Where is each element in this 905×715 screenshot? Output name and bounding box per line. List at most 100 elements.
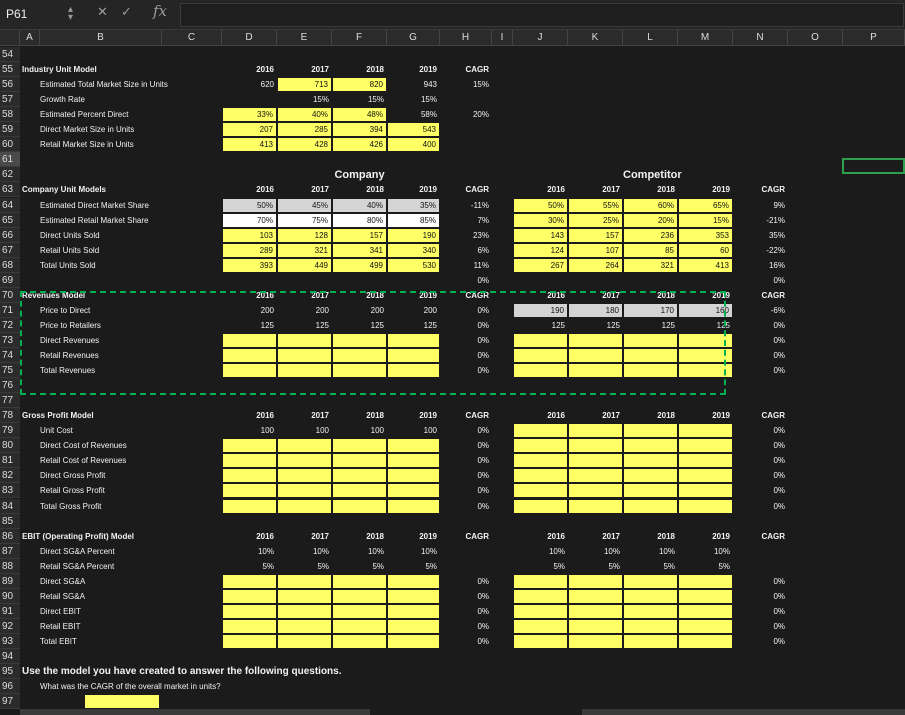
ebit-input[interactable] [332,633,387,649]
ebit-input[interactable] [387,618,440,634]
retail-market-size[interactable]: 426 [332,137,387,153]
competitor-cell[interactable]: 413 [678,257,733,273]
answer-input-cagr[interactable] [84,694,160,710]
competitor-cell[interactable]: 236 [623,227,678,243]
comp-ebit-input[interactable] [568,573,623,589]
ebit-input[interactable] [332,573,387,589]
comp-gross-input[interactable] [513,453,568,469]
row-header-89[interactable]: 89 [0,573,20,589]
comp-revenue-input[interactable] [513,348,568,364]
comp-revenue-input[interactable] [678,332,733,348]
column-header-k[interactable]: K [568,30,623,46]
comp-gross-input[interactable] [568,468,623,484]
competitor-cell[interactable]: 107 [568,242,623,258]
name-box[interactable]: P61 [2,3,52,25]
row-header-75[interactable]: 75 [0,363,20,379]
row-header-61[interactable]: 61 [0,152,20,168]
gross-input[interactable] [387,453,440,469]
ebit-input[interactable] [222,573,277,589]
comp-revenue-input[interactable] [513,363,568,379]
company-cell[interactable]: 393 [222,257,277,273]
gross-input[interactable] [387,468,440,484]
competitor-cell[interactable]: 60 [678,242,733,258]
ebit-input[interactable] [332,618,387,634]
gross-input[interactable] [222,483,277,499]
row-header-91[interactable]: 91 [0,603,20,619]
ebit-input[interactable] [222,633,277,649]
retail-market-size[interactable]: 428 [277,137,332,153]
pct-direct-input[interactable]: 48% [332,107,387,123]
row-header-68[interactable]: 68 [0,257,20,273]
column-header-f[interactable]: F [332,30,387,46]
comp-ebit-input[interactable] [568,618,623,634]
comp-gross-input[interactable] [568,498,623,514]
ebit-input[interactable] [387,603,440,619]
comp-gross-input[interactable] [568,453,623,469]
gross-input[interactable] [222,498,277,514]
formula-input[interactable] [180,3,904,27]
gross-input[interactable] [277,453,332,469]
comp-price-direct[interactable]: 190 [513,302,568,318]
comp-unit-cost[interactable] [623,423,678,439]
comp-price-direct[interactable]: 180 [568,302,623,318]
gross-input[interactable] [387,483,440,499]
company-cell[interactable]: 499 [332,257,387,273]
comp-gross-input[interactable] [513,468,568,484]
revenue-input[interactable] [332,363,387,379]
company-cell[interactable]: 80% [332,212,387,228]
revenue-input[interactable] [387,363,440,379]
ebit-input[interactable] [222,603,277,619]
company-cell[interactable]: 340 [387,242,440,258]
comp-gross-input[interactable] [513,483,568,499]
company-cell[interactable]: 128 [277,227,332,243]
row-header-80[interactable]: 80 [0,438,20,454]
gross-input[interactable] [387,438,440,454]
comp-gross-input[interactable] [623,498,678,514]
row-header-71[interactable]: 71 [0,302,20,318]
company-cell[interactable]: 50% [222,197,277,213]
comp-ebit-input[interactable] [623,603,678,619]
gross-input[interactable] [387,498,440,514]
row-header-72[interactable]: 72 [0,317,20,333]
row-header-94[interactable]: 94 [0,649,20,665]
revenue-input[interactable] [222,332,277,348]
comp-gross-input[interactable] [678,498,733,514]
ebit-input[interactable] [277,618,332,634]
market-total-E[interactable]: 713 [277,77,332,93]
gross-input[interactable] [222,468,277,484]
competitor-cell[interactable]: 25% [568,212,623,228]
row-header-69[interactable]: 69 [0,272,20,288]
name-box-dropdown-icon[interactable]: ▾ [68,12,73,23]
comp-revenue-input[interactable] [623,348,678,364]
comp-unit-cost[interactable] [678,423,733,439]
row-header-57[interactable]: 57 [0,92,20,108]
comp-gross-input[interactable] [678,468,733,484]
pct-direct-input[interactable]: 40% [277,107,332,123]
row-header-79[interactable]: 79 [0,423,20,439]
column-header-b[interactable]: B [40,30,162,46]
retail-market-size[interactable]: 400 [387,137,440,153]
gross-input[interactable] [332,438,387,454]
gross-input[interactable] [277,438,332,454]
company-cell[interactable]: 35% [387,197,440,213]
revenue-input[interactable] [222,363,277,379]
comp-price-direct[interactable]: 160 [678,302,733,318]
function-icon[interactable]: fx [153,2,167,20]
column-header-j[interactable]: J [513,30,568,46]
active-cell-p61[interactable] [842,158,905,174]
comp-ebit-input[interactable] [513,573,568,589]
gross-input[interactable] [222,453,277,469]
column-header-m[interactable]: M [678,30,733,46]
company-cell[interactable]: 75% [277,212,332,228]
company-cell[interactable]: 157 [332,227,387,243]
company-cell[interactable]: 289 [222,242,277,258]
competitor-cell[interactable]: 267 [513,257,568,273]
row-header-96[interactable]: 96 [0,679,20,695]
company-cell[interactable]: 321 [277,242,332,258]
competitor-cell[interactable]: 20% [623,212,678,228]
column-header-n[interactable]: N [733,30,788,46]
competitor-cell[interactable]: 60% [623,197,678,213]
row-header-67[interactable]: 67 [0,242,20,258]
comp-ebit-input[interactable] [513,618,568,634]
revenue-input[interactable] [277,363,332,379]
